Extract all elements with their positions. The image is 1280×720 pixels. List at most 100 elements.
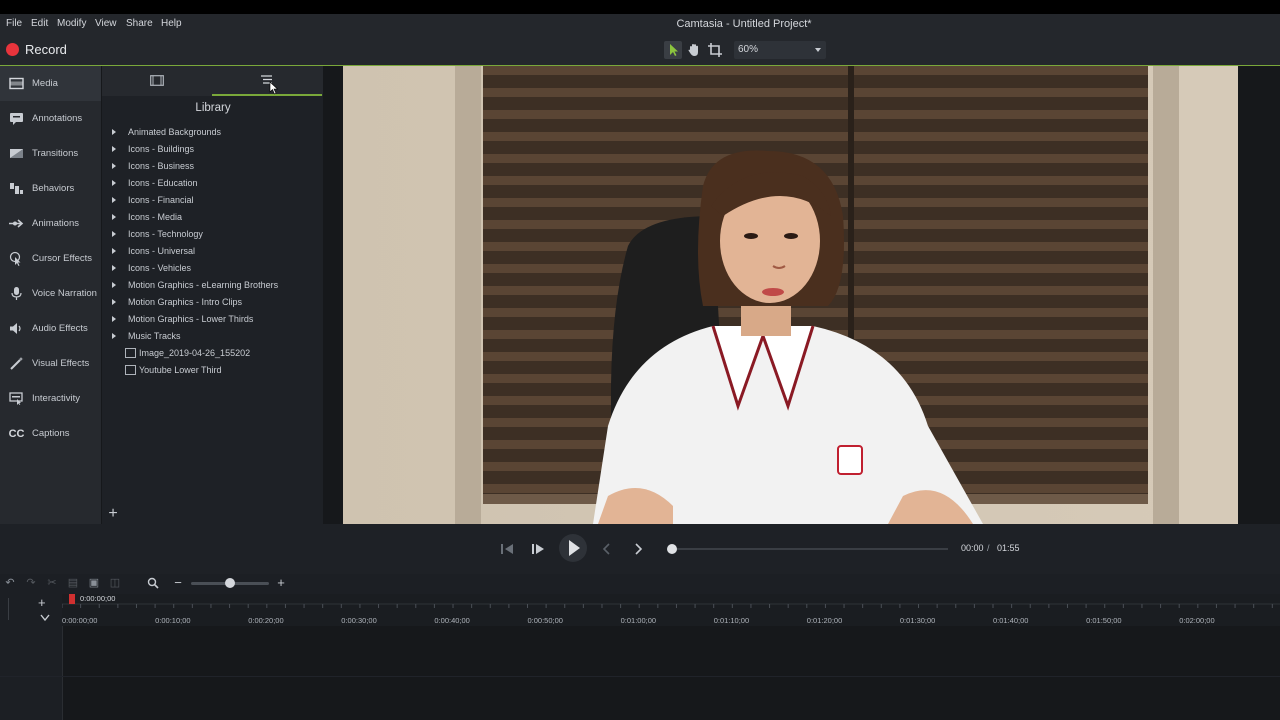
expand-arrow-icon[interactable] bbox=[112, 316, 116, 322]
track-height-slider[interactable] bbox=[8, 598, 23, 620]
undo-icon: ↶ bbox=[5, 577, 15, 589]
zoom-out-button[interactable]: − bbox=[172, 576, 184, 589]
expand-arrow-icon[interactable] bbox=[112, 299, 116, 305]
library-folder[interactable]: Motion Graphics - Lower Thirds bbox=[112, 311, 253, 327]
redo-icon: ↷ bbox=[26, 577, 36, 589]
crop-tool-button[interactable] bbox=[706, 41, 724, 59]
zoom-in-button[interactable]: + bbox=[275, 576, 287, 589]
microphone-icon bbox=[9, 286, 24, 301]
cut-button[interactable]: ✂ bbox=[46, 577, 58, 589]
interactivity-icon bbox=[9, 391, 24, 406]
library-folder[interactable]: Music Tracks bbox=[112, 328, 181, 344]
sidebar-item-label: Captions bbox=[32, 428, 70, 439]
sidebar-item-label: Voice Narration bbox=[32, 288, 97, 299]
undo-button[interactable]: ↶ bbox=[4, 577, 16, 589]
add-asset-button[interactable]: + bbox=[106, 506, 120, 522]
next-marker-button[interactable] bbox=[629, 540, 647, 558]
select-tool-button[interactable] bbox=[664, 41, 682, 59]
scrubber-track[interactable] bbox=[672, 548, 948, 550]
paste-icon: ▣ bbox=[88, 577, 100, 589]
add-track-button[interactable]: + bbox=[38, 595, 46, 610]
pan-tool-button[interactable] bbox=[685, 41, 703, 59]
library-folder[interactable]: Icons - Financial bbox=[112, 192, 194, 208]
library-folder[interactable]: Icons - Education bbox=[112, 175, 198, 191]
tab-media-bin[interactable] bbox=[102, 66, 212, 96]
expand-arrow-icon[interactable] bbox=[112, 197, 116, 203]
copy-icon: ▤ bbox=[67, 577, 79, 589]
library-folder-label: Music Tracks bbox=[128, 331, 181, 341]
expand-arrow-icon[interactable] bbox=[112, 248, 116, 254]
step-back-button[interactable] bbox=[498, 540, 516, 558]
copy-button[interactable]: ▤ bbox=[67, 577, 79, 589]
play-button[interactable] bbox=[559, 534, 587, 562]
expand-arrow-icon[interactable] bbox=[112, 180, 116, 186]
expand-arrow-icon[interactable] bbox=[112, 214, 116, 220]
step-forward-button[interactable] bbox=[529, 540, 547, 558]
cc-icon: CC bbox=[8, 427, 25, 440]
playhead[interactable] bbox=[69, 594, 75, 604]
track-header bbox=[0, 626, 63, 720]
sidebar-item-annotations[interactable]: Annotations bbox=[0, 101, 101, 136]
library-folder-label: Icons - Buildings bbox=[128, 144, 195, 154]
expand-arrow-icon[interactable] bbox=[112, 129, 116, 135]
library-file[interactable]: Image_2019-04-26_155202 bbox=[112, 345, 250, 361]
sidebar-item-visual-effects[interactable]: Visual Effects bbox=[0, 346, 101, 381]
ruler-tick-label: 0:01:10;00 bbox=[713, 616, 750, 625]
library-panel: Library + Animated Backgrounds Icons - Bu… bbox=[101, 66, 324, 524]
library-folder[interactable]: Motion Graphics - eLearning Brothers bbox=[112, 277, 278, 293]
library-folder[interactable]: Motion Graphics - Intro Clips bbox=[112, 294, 242, 310]
expand-arrow-icon[interactable] bbox=[112, 282, 116, 288]
timeline-ruler[interactable]: 0:00:00;00 0:00:10;00 0:00:20;00 0:00:30;00… bbox=[62, 594, 1280, 626]
sidebar-item-captions[interactable]: CC Captions bbox=[0, 416, 101, 451]
zoom-dropdown[interactable]: 60% bbox=[734, 41, 826, 59]
video-preview[interactable] bbox=[343, 66, 1238, 524]
library-folder[interactable]: Icons - Technology bbox=[112, 226, 203, 242]
library-folder-label: Icons - Education bbox=[128, 178, 198, 188]
library-folder[interactable]: Animated Backgrounds bbox=[112, 124, 221, 140]
scissors-icon: ✂ bbox=[47, 577, 57, 589]
sidebar-item-animations[interactable]: Animations bbox=[0, 206, 101, 241]
library-folder[interactable]: Icons - Buildings bbox=[112, 141, 194, 157]
video-frame-image bbox=[343, 66, 1238, 524]
timeline-zoom-handle[interactable] bbox=[225, 578, 235, 588]
callout-icon bbox=[9, 111, 24, 126]
image-file-icon bbox=[125, 365, 136, 375]
expand-arrow-icon[interactable] bbox=[112, 163, 116, 169]
library-file[interactable]: Youtube Lower Third bbox=[112, 362, 222, 378]
sidebar-item-cursor-effects[interactable]: Cursor Effects bbox=[0, 241, 101, 276]
library-folder[interactable]: Icons - Vehicles bbox=[112, 260, 191, 276]
previous-marker-button[interactable] bbox=[598, 540, 616, 558]
sidebar-item-interactivity[interactable]: Interactivity bbox=[0, 381, 101, 416]
library-file-label: Youtube Lower Third bbox=[139, 365, 222, 375]
record-button[interactable]: Record bbox=[6, 42, 67, 57]
expand-arrow-icon[interactable] bbox=[112, 265, 116, 271]
sidebar-item-audio-effects[interactable]: Audio Effects bbox=[0, 311, 101, 346]
scrubber-handle[interactable] bbox=[667, 544, 677, 554]
zoom-fit-button[interactable] bbox=[147, 577, 159, 589]
split-button[interactable]: ◫ bbox=[109, 577, 121, 589]
expand-arrow-icon[interactable] bbox=[112, 146, 116, 152]
expand-arrow-icon[interactable] bbox=[112, 231, 116, 237]
timeline-ruler-area: 0:00:00;00 0:00:10;00 0:00:20;00 0:00:30;00… bbox=[0, 594, 1280, 626]
image-file-icon bbox=[125, 348, 136, 358]
animation-arrow-icon bbox=[9, 216, 24, 231]
paste-button[interactable]: ▣ bbox=[88, 577, 100, 589]
ruler-tick-label: 0:01:40;00 bbox=[993, 616, 1029, 625]
chevron-down-icon[interactable] bbox=[40, 614, 50, 622]
library-folder[interactable]: Icons - Business bbox=[112, 158, 194, 174]
sidebar-item-voice-narration[interactable]: Voice Narration bbox=[0, 276, 101, 311]
redo-button[interactable]: ↷ bbox=[25, 577, 37, 589]
sidebar-item-media[interactable]: Media bbox=[0, 66, 101, 101]
ruler-tick-label: 0:00:10;00 bbox=[155, 616, 191, 625]
sidebar-item-transitions[interactable]: Transitions bbox=[0, 136, 101, 171]
library-folder[interactable]: Icons - Universal bbox=[112, 243, 195, 259]
ruler-tick-label: 0:02:00;00 bbox=[1179, 616, 1215, 625]
sidebar-item-behaviors[interactable]: Behaviors bbox=[0, 171, 101, 206]
plus-icon: + bbox=[38, 595, 46, 610]
tab-library[interactable] bbox=[212, 66, 322, 96]
library-folder[interactable]: Icons - Media bbox=[112, 209, 182, 225]
library-folder-label: Icons - Financial bbox=[128, 195, 194, 205]
film-icon bbox=[9, 76, 24, 91]
expand-arrow-icon[interactable] bbox=[112, 333, 116, 339]
timeline-tracks[interactable] bbox=[0, 626, 1280, 720]
